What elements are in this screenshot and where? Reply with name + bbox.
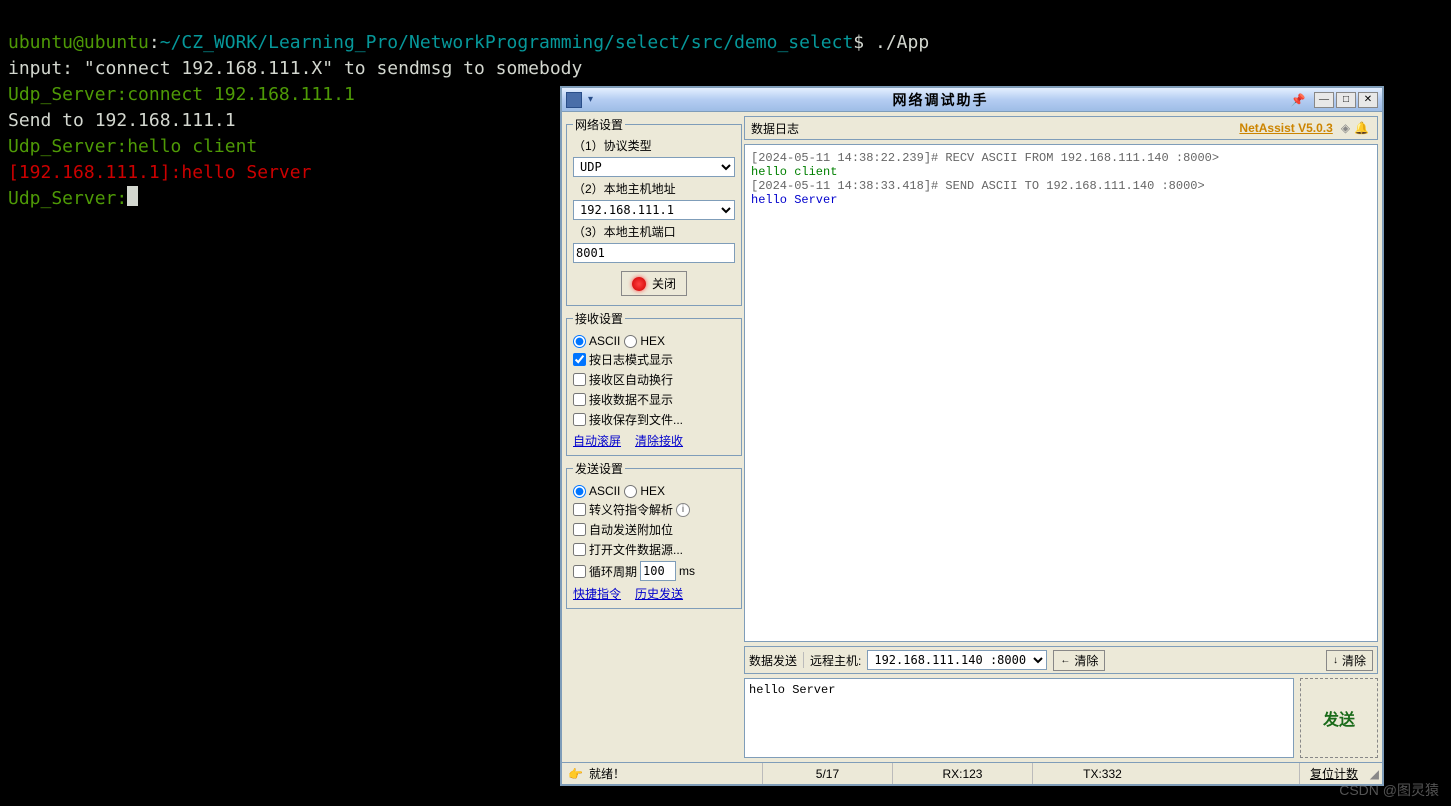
group-recv-settings: 接收设置 ASCII HEX 按日志模式显示 接收区自动换行 接收数据不显示 接…	[566, 310, 742, 456]
brand-link[interactable]: NetAssist V5.0.3	[1239, 121, 1332, 135]
resize-grip-icon[interactable]: ◢	[1366, 767, 1382, 781]
info-icon[interactable]: i	[676, 503, 690, 517]
maximize-button[interactable]: □	[1336, 92, 1356, 108]
status-ratio: 5/17	[762, 763, 892, 784]
close-button[interactable]: ✕	[1358, 92, 1378, 108]
send-button[interactable]: 发送	[1300, 678, 1378, 758]
host-select[interactable]: 192.168.111.1	[573, 200, 735, 220]
term-line: Udp_Server:	[8, 188, 127, 209]
term-line: Udp_Server:hello client	[8, 136, 257, 157]
log-line: hello client	[751, 165, 1371, 179]
send-filesrc-check[interactable]: 打开文件数据源...	[573, 541, 735, 558]
history-link[interactable]: 历史发送	[635, 585, 683, 602]
proto-select[interactable]: UDP	[573, 157, 735, 177]
recv-ascii-radio[interactable]: ASCII	[573, 334, 620, 348]
log-header-label: 数据日志	[751, 120, 799, 137]
term-line-prefix: [192.168.111.1]:	[8, 162, 181, 183]
log-line: hello Server	[751, 193, 1371, 207]
send-escape-check[interactable]: 转义符指令解析 i	[573, 501, 735, 518]
prompt-user: ubuntu@ubuntu	[8, 32, 149, 53]
hand-icon: 👉	[568, 767, 583, 781]
group-network-settings: 网络设置 （1）协议类型 UDP （2）本地主机地址 192.168.111.1…	[566, 116, 742, 306]
sysmenu-dropdown-icon[interactable]: ▾	[588, 94, 593, 105]
close-btn-label: 关闭	[652, 275, 676, 292]
netassist-window: ▾ 网络调试助手 📌 — □ ✕ 网络设置 （1）协议类型 UDP （2）本地主…	[560, 86, 1384, 786]
pin-icon[interactable]: 📌	[1288, 93, 1308, 107]
arrow-down-icon: ↓	[1333, 655, 1338, 666]
send-hex-radio[interactable]: HEX	[624, 484, 665, 498]
recv-hex-radio[interactable]: HEX	[624, 334, 665, 348]
log-line: [2024-05-11 14:38:22.239]# RECV ASCII FR…	[751, 151, 1371, 165]
log-area[interactable]: [2024-05-11 14:38:22.239]# RECV ASCII FR…	[744, 144, 1378, 642]
diamond-icon[interactable]: ◈	[1341, 121, 1350, 135]
send-append-check[interactable]: 自动发送附加位	[573, 521, 735, 538]
prompt-path: ~/CZ_WORK/Learning_Pro/NetworkProgrammin…	[160, 32, 854, 53]
send-tab-label: 数据发送	[749, 652, 797, 669]
clear-remote-button[interactable]: ←清除	[1053, 650, 1105, 671]
remote-host-select[interactable]: 192.168.111.140 :8000	[867, 650, 1047, 670]
arrow-left-icon: ←	[1060, 655, 1070, 666]
send-loop-check[interactable]: 循环周期 ms	[573, 561, 735, 581]
term-line: Send to 192.168.111.1	[8, 110, 236, 131]
group-title: 网络设置	[573, 116, 625, 133]
term-line: input: "connect 192.168.111.X" to sendms…	[8, 58, 582, 79]
recv-wrap-check[interactable]: 接收区自动换行	[573, 371, 735, 388]
status-bar: 👉就绪！ 5/17 RX:123 TX:332 复位计数 ◢	[562, 762, 1382, 784]
group-send-settings: 发送设置 ASCII HEX 转义符指令解析 i 自动发送附加位 打开文件数据源…	[566, 460, 742, 609]
loop-interval-input[interactable]	[640, 561, 676, 581]
recv-savefile-check[interactable]: 接收保存到文件...	[573, 411, 735, 428]
minimize-button[interactable]: —	[1314, 92, 1334, 108]
command: ./App	[875, 32, 929, 53]
group-title: 发送设置	[573, 460, 625, 477]
autoscroll-link[interactable]: 自动滚屏	[573, 432, 621, 449]
clear-send-button[interactable]: ↓清除	[1326, 650, 1373, 671]
recv-hide-check[interactable]: 接收数据不显示	[573, 391, 735, 408]
remote-host-label: 远程主机:	[810, 652, 861, 669]
quickcmd-link[interactable]: 快捷指令	[573, 585, 621, 602]
host-label: （2）本地主机地址	[573, 180, 735, 197]
titlebar[interactable]: ▾ 网络调试助手 📌 — □ ✕	[562, 88, 1382, 112]
send-bar: 数据发送 远程主机: 192.168.111.140 :8000 ←清除 ↓清除	[744, 646, 1378, 674]
port-label: （3）本地主机端口	[573, 223, 735, 240]
send-textarea[interactable]: hello Server	[744, 678, 1294, 758]
status-tx: TX:332	[1032, 763, 1172, 784]
send-ascii-radio[interactable]: ASCII	[573, 484, 620, 498]
cursor	[127, 186, 138, 206]
port-input[interactable]	[573, 243, 735, 263]
log-line: [2024-05-11 14:38:33.418]# SEND ASCII TO…	[751, 179, 1371, 193]
clear-recv-link[interactable]: 清除接收	[635, 432, 683, 449]
recv-logmode-check[interactable]: 按日志模式显示	[573, 351, 735, 368]
status-ready: 👉就绪！	[562, 763, 635, 784]
term-line: Udp_Server:connect 192.168.111.1	[8, 84, 355, 105]
close-connection-button[interactable]: 关闭	[621, 271, 687, 296]
group-title: 接收设置	[573, 310, 625, 327]
bell-icon[interactable]: 🔔	[1354, 121, 1369, 135]
window-title: 网络调试助手	[599, 90, 1282, 110]
record-icon	[632, 277, 646, 291]
status-rx: RX:123	[892, 763, 1032, 784]
log-header-bar: 数据日志 NetAssist V5.0.3 ◈ 🔔	[744, 116, 1378, 140]
term-line-msg: hello Server	[181, 162, 311, 183]
app-icon[interactable]	[566, 92, 582, 108]
watermark: CSDN @图灵猿	[1339, 780, 1439, 800]
proto-label: （1）协议类型	[573, 137, 735, 154]
